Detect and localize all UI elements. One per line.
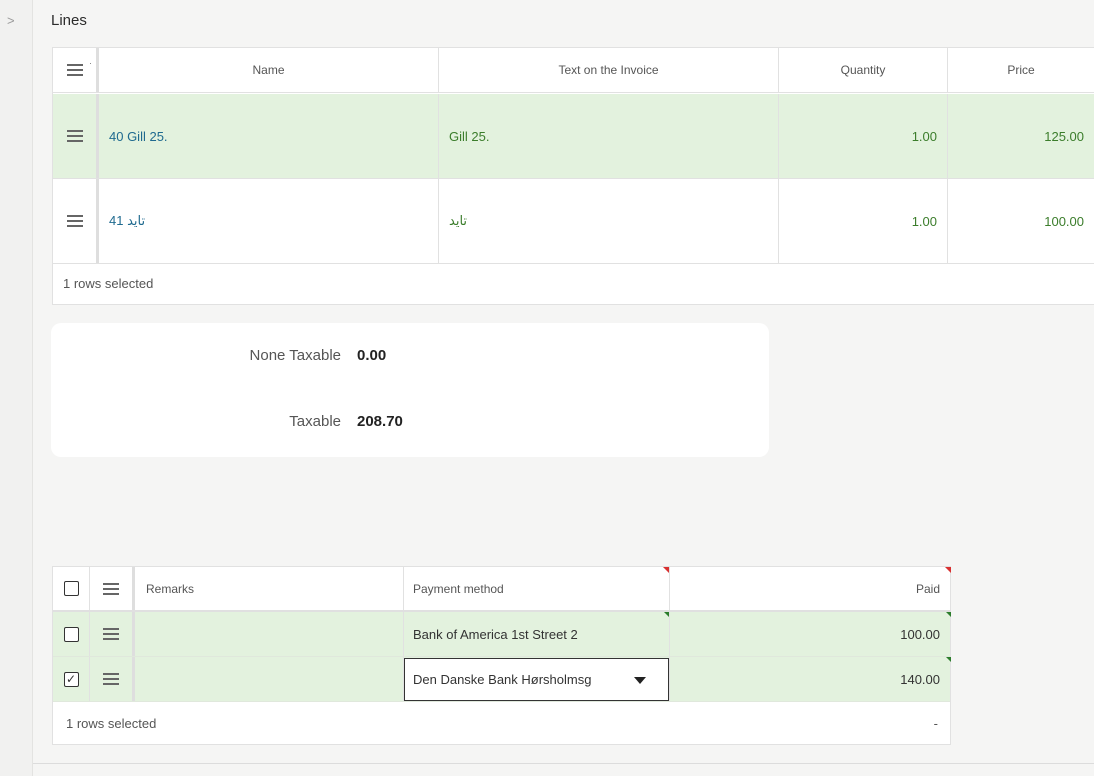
column-header-name[interactable]: Name: [99, 48, 439, 92]
column-header-remarks[interactable]: Remarks: [135, 567, 404, 610]
row-menu-button[interactable]: [53, 94, 99, 178]
payments-grid-footer: 1 rows selected -: [53, 702, 950, 745]
left-rail: >: [0, 0, 33, 776]
caret-down-icon[interactable]: [634, 677, 646, 684]
required-marker-icon: [945, 567, 951, 573]
row-paid[interactable]: 140.00: [670, 657, 951, 701]
payments-grid-header: Remarks Payment method Paid: [53, 567, 951, 612]
row-quantity: 1.00: [779, 94, 948, 178]
column-header-invoice-text[interactable]: Text on the Invoice: [439, 48, 779, 92]
row-select-cell: [53, 612, 90, 656]
select-all-cell: [53, 567, 90, 610]
payments-grid: Remarks Payment method Paid Bank of Amer…: [52, 566, 951, 745]
lines-grid-footer: 1 rows selected: [63, 276, 154, 291]
expand-chevron-icon[interactable]: >: [7, 13, 15, 28]
hamburger-icon[interactable]: [66, 215, 83, 227]
changed-marker-icon: [946, 657, 951, 662]
lines-section-title: Lines: [51, 12, 87, 29]
row-menu-button[interactable]: [90, 612, 135, 656]
lines-grid-header: · Name Text on the Invoice Quantity Pric…: [53, 48, 1094, 93]
row-price: 100.00: [1044, 213, 1084, 229]
row-name-link[interactable]: 41 تايد: [99, 179, 439, 263]
lines-grid: · Name Text on the Invoice Quantity Pric…: [52, 47, 1094, 305]
table-row[interactable]: Bank of America 1st Street 2 100.00: [53, 612, 951, 657]
row-quantity: 1.00: [779, 179, 948, 263]
column-menu-tick-icon: ·: [89, 58, 92, 68]
select-all-checkbox[interactable]: [63, 581, 79, 596]
taxable-label: Taxable: [289, 413, 341, 430]
row-payment-method[interactable]: Den Danske Bank Hørsholmsg: [404, 657, 670, 701]
row-menu-button[interactable]: [90, 657, 135, 701]
paid-total: -: [933, 716, 938, 731]
row-paid-value: 140.00: [900, 671, 940, 687]
table-row[interactable]: ✓ Den Danske Bank Hørsholmsg 140.00: [53, 657, 951, 702]
bottom-divider: [33, 763, 1094, 764]
row-payment-method[interactable]: Bank of America 1st Street 2: [404, 612, 670, 656]
row-remarks[interactable]: [135, 612, 404, 656]
row-price: 125.00: [1044, 128, 1084, 144]
column-header-paid[interactable]: Paid: [670, 567, 951, 610]
table-row[interactable]: 40 Gill 25. Gill 25. 1.00 125.00: [53, 94, 1094, 179]
required-marker-icon: [663, 567, 669, 573]
column-header-paid-label: Paid: [915, 581, 940, 596]
totals-panel: None Taxable 0.00 Taxable 208.70: [51, 323, 769, 457]
row-checkbox-checked[interactable]: ✓: [63, 671, 79, 687]
column-header-price[interactable]: Price: [948, 48, 1094, 92]
changed-marker-icon: [946, 612, 951, 617]
none-taxable-label: None Taxable: [249, 347, 341, 364]
row-payment-method-value: Bank of America 1st Street 2: [413, 626, 578, 642]
hamburger-icon[interactable]: [103, 628, 119, 640]
row-invoice-text: Gill 25.: [439, 94, 779, 178]
column-menu-button[interactable]: ·: [53, 48, 99, 92]
hamburger-icon[interactable]: [66, 64, 83, 76]
payment-method-select[interactable]: Den Danske Bank Hørsholmsg: [404, 658, 669, 701]
row-checkbox[interactable]: [63, 626, 79, 642]
column-header-payment-method-label: Payment method: [413, 581, 504, 596]
row-paid-value: 100.00: [900, 626, 940, 642]
changed-marker-icon: [664, 612, 669, 617]
column-header-quantity[interactable]: Quantity: [779, 48, 948, 92]
row-paid[interactable]: 100.00: [670, 612, 951, 656]
column-menu-button[interactable]: [90, 567, 135, 610]
table-row[interactable]: 41 تايد تايد 1.00 100.00: [53, 179, 1094, 264]
taxable-value: 208.70: [357, 413, 403, 430]
row-invoice-text: تايد: [439, 179, 779, 263]
row-name-link[interactable]: 40 Gill 25.: [99, 94, 439, 178]
rows-selected-count: 1 rows selected: [66, 716, 157, 731]
column-header-payment-method[interactable]: Payment method: [404, 567, 670, 610]
none-taxable-value: 0.00: [357, 347, 387, 364]
hamburger-icon[interactable]: [103, 582, 119, 595]
row-menu-button[interactable]: [53, 179, 99, 263]
payment-method-select-value: Den Danske Bank Hørsholmsg: [413, 672, 592, 687]
hamburger-icon[interactable]: [103, 673, 119, 685]
row-remarks[interactable]: [135, 657, 404, 701]
row-select-cell: ✓: [53, 657, 90, 701]
hamburger-icon[interactable]: [66, 130, 83, 142]
